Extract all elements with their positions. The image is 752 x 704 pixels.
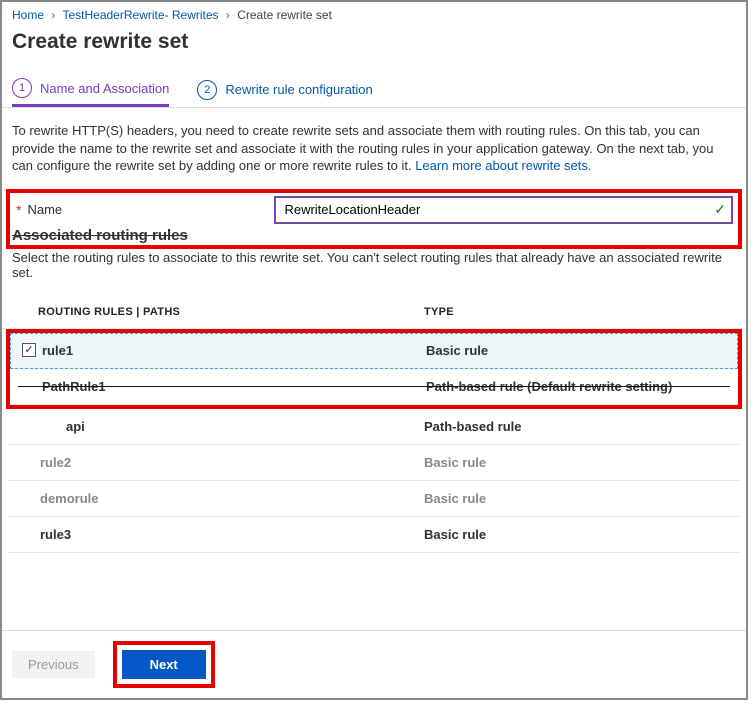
column-routing-rules: ROUTING RULES | PATHS xyxy=(38,306,424,318)
chevron-right-icon: › xyxy=(47,8,59,22)
wizard-tabs: 1 Name and Association 2 Rewrite rule co… xyxy=(2,78,746,107)
table-row[interactable]: rule2 Basic rule xyxy=(8,445,740,481)
description-text: To rewrite HTTP(S) headers, you need to … xyxy=(2,122,746,189)
breadcrumb-home[interactable]: Home xyxy=(12,8,44,22)
highlight-next-button: Next xyxy=(113,641,215,688)
breadcrumb-mid[interactable]: TestHeaderRewrite- Rewrites xyxy=(62,8,218,22)
table-row[interactable]: ✓ rule1 Basic rule xyxy=(10,333,738,369)
table-row[interactable]: PathRule1 Path-based rule (Default rewri… xyxy=(10,369,738,405)
rule-name: rule1 xyxy=(40,343,426,358)
footer-bar: Previous Next xyxy=(2,630,746,698)
breadcrumb-current: Create rewrite set xyxy=(237,8,332,22)
name-input[interactable] xyxy=(275,197,732,223)
rule-name: rule3 xyxy=(38,527,424,542)
highlight-name-field: * Name ✓ xyxy=(6,189,742,249)
step-number-1: 1 xyxy=(12,78,32,98)
rule-type: Basic rule xyxy=(424,491,734,506)
rule-type: Path-based rule (Default rewrite setting… xyxy=(426,379,732,394)
rule-name: PathRule1 xyxy=(40,379,426,394)
tab-label: Name and Association xyxy=(40,81,169,96)
name-label: Name xyxy=(27,202,275,217)
next-button[interactable]: Next xyxy=(122,650,206,679)
table-header: ROUTING RULES | PATHS TYPE xyxy=(2,300,746,329)
learn-more-link[interactable]: Learn more about rewrite sets. xyxy=(415,158,591,173)
highlight-selected-rows: ✓ rule1 Basic rule PathRule1 Path-based … xyxy=(6,329,742,409)
step-number-2: 2 xyxy=(197,80,217,100)
tab-rewrite-rule-config[interactable]: 2 Rewrite rule configuration xyxy=(197,78,372,107)
table-row[interactable]: api Path-based rule xyxy=(8,409,740,445)
rule-type: Path-based rule xyxy=(424,419,734,434)
page-title: Create rewrite set xyxy=(2,26,746,78)
checkbox[interactable]: ✓ xyxy=(18,343,40,357)
required-asterisk-icon: * xyxy=(16,202,21,218)
tab-name-association[interactable]: 1 Name and Association xyxy=(12,78,169,107)
rule-name: demorule xyxy=(38,491,424,506)
associated-rules-description: Select the routing rules to associate to… xyxy=(2,244,746,300)
rule-type: Basic rule xyxy=(424,527,734,542)
previous-button[interactable]: Previous xyxy=(12,651,95,678)
chevron-right-icon: › xyxy=(222,8,234,22)
rule-type: Basic rule xyxy=(426,343,732,358)
tab-divider xyxy=(2,107,746,108)
tab-label: Rewrite rule configuration xyxy=(225,82,372,97)
valid-check-icon: ✓ xyxy=(714,201,726,218)
table-row[interactable]: rule3 Basic rule xyxy=(8,517,740,553)
rule-name: rule2 xyxy=(38,455,424,470)
rule-name: api xyxy=(38,419,424,434)
column-type: TYPE xyxy=(424,306,736,318)
table-row[interactable]: demorule Basic rule xyxy=(8,481,740,517)
breadcrumb: Home › TestHeaderRewrite- Rewrites › Cre… xyxy=(2,2,746,26)
rule-type: Basic rule xyxy=(424,455,734,470)
